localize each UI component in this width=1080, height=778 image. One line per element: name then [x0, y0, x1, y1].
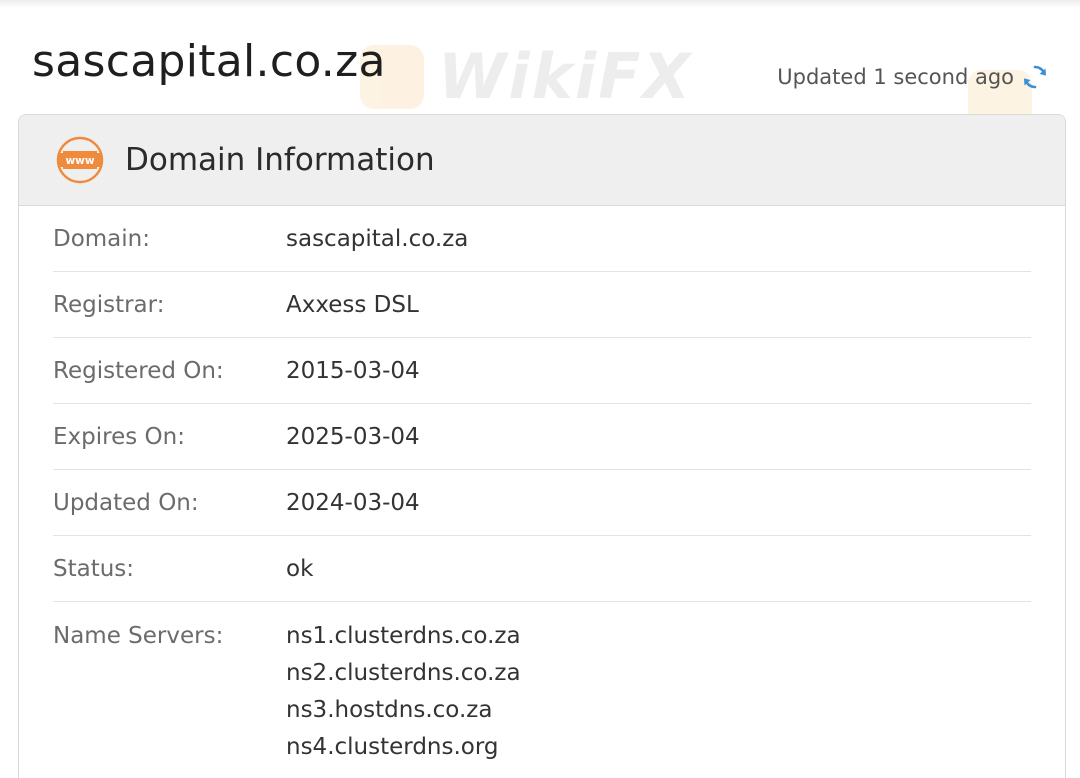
row-value: 2015-03-04 [286, 357, 420, 384]
info-row-updated-on: Updated On: 2024-03-04 [53, 470, 1031, 536]
watermark: WikiFX [360, 40, 692, 113]
info-row-registrar: Registrar: Axxess DSL [53, 272, 1031, 338]
refresh-icon[interactable] [1022, 64, 1048, 90]
www-icon-text: www [65, 155, 94, 167]
row-label: Domain: [53, 225, 150, 252]
row-value: ok [286, 555, 314, 582]
row-label: Registrar: [53, 291, 165, 318]
card-title: Domain Information [125, 142, 435, 178]
card-header: www Domain Information [19, 115, 1065, 206]
row-value: 2024-03-04 [286, 489, 420, 516]
www-icon: www [56, 136, 104, 184]
page: WikiFX WikiFX sascapital.co.za Updated 1… [0, 0, 1080, 778]
info-row-domain: Domain: sascapital.co.za [53, 206, 1031, 272]
name-server-item: ns4.clusterdns.org [286, 734, 499, 760]
info-table: Domain: sascapital.co.za Registrar: Axxe… [19, 206, 1065, 766]
row-label: Status: [53, 555, 135, 582]
watermark-text: WikiFX [438, 40, 693, 113]
updated-text: Updated 1 second ago [777, 65, 1014, 89]
top-strip [0, 0, 1080, 8]
row-value: Axxess DSL [286, 291, 419, 318]
domain-info-card: www Domain Information Domain: sascapita… [18, 114, 1066, 778]
info-row-expires-on: Expires On: 2025-03-04 [53, 404, 1031, 470]
info-row-status: Status: ok [53, 536, 1031, 602]
updated-status: Updated 1 second ago [777, 64, 1048, 90]
name-server-item: ns1.clusterdns.co.za [286, 623, 521, 649]
page-title: sascapital.co.za [32, 36, 386, 87]
name-server-item: ns2.clusterdns.co.za [286, 660, 521, 686]
row-label: Expires On: [53, 423, 185, 450]
row-label: Registered On: [53, 357, 224, 384]
name-server-list: ns1.clusterdns.co.za ns2.clusterdns.co.z… [286, 618, 521, 766]
name-server-item: ns3.hostdns.co.za [286, 697, 493, 723]
info-row-name-servers: Name Servers: ns1.clusterdns.co.za ns2.c… [53, 602, 1031, 766]
row-value: 2025-03-04 [286, 423, 420, 450]
info-row-registered-on: Registered On: 2015-03-04 [53, 338, 1031, 404]
row-label: Name Servers: [53, 623, 224, 649]
row-label: Updated On: [53, 489, 199, 516]
row-value: sascapital.co.za [286, 225, 469, 252]
